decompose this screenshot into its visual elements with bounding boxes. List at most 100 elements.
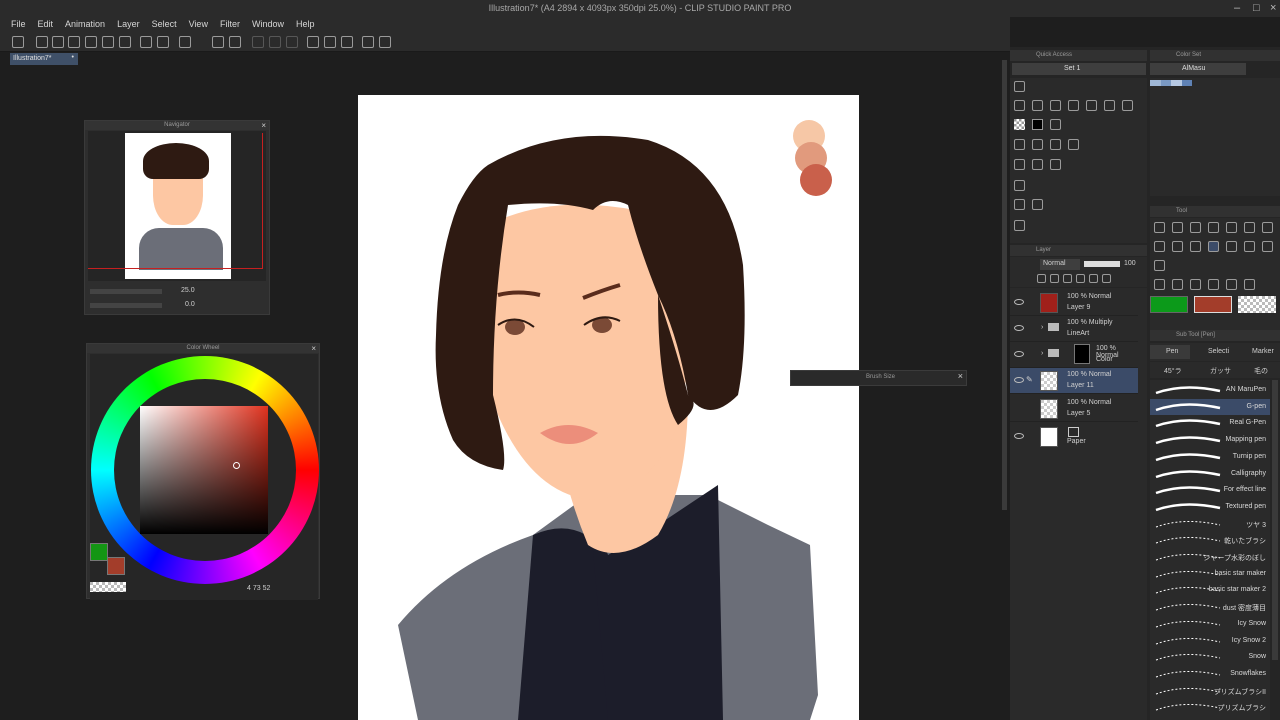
save-icon[interactable]	[68, 36, 80, 48]
hand-tool-icon[interactable]	[1172, 222, 1183, 233]
redo-icon[interactable]	[157, 36, 169, 48]
lock-alpha-icon[interactable]	[1076, 274, 1085, 283]
resize-icon[interactable]	[1014, 139, 1025, 150]
loading-icon[interactable]	[179, 36, 191, 48]
layer-row[interactable]: › 100 % Multiply LineArt	[1010, 316, 1138, 342]
sub-tool-tab-pen[interactable]: Pen	[1150, 345, 1190, 359]
brush-item[interactable]: シャープ水彩のぼし	[1150, 549, 1270, 565]
ruler-icon[interactable]	[307, 36, 319, 48]
undo-icon[interactable]	[1014, 81, 1025, 92]
folder-expand-icon[interactable]: ›	[1041, 324, 1043, 331]
fill-mode-icon[interactable]	[1050, 119, 1061, 130]
quick-access-set-select[interactable]: Set 1	[1012, 63, 1146, 75]
ruler-tool-icon[interactable]	[1208, 279, 1219, 290]
zoom-slider[interactable]	[90, 289, 162, 294]
folder-expand-icon[interactable]: ›	[1041, 350, 1043, 357]
move-tool-icon[interactable]	[1190, 222, 1201, 233]
flip-vertical-icon[interactable]	[1032, 159, 1043, 170]
screen-capture-icon[interactable]	[1014, 180, 1025, 191]
transform-icon[interactable]	[229, 36, 241, 48]
maximize-icon[interactable]: □	[1253, 2, 1260, 14]
clip-icon[interactable]	[1037, 274, 1046, 283]
brush-item[interactable]: Mapping pen	[1150, 432, 1270, 448]
layer-row-selected[interactable]: ✎ 100 % Normal Layer 11	[1010, 368, 1138, 394]
tool-main-color[interactable]	[1150, 296, 1188, 313]
menu-file[interactable]: File	[11, 17, 26, 32]
visibility-eye-icon[interactable]	[1014, 299, 1024, 305]
menu-help[interactable]: Help	[296, 17, 315, 32]
brush-item[interactable]: 乾いたブラシ	[1150, 532, 1270, 548]
visibility-eye-icon[interactable]	[1014, 325, 1024, 331]
brush-item[interactable]: Snow	[1150, 649, 1270, 665]
brush-item[interactable]: ツヤ 3	[1150, 516, 1270, 532]
visibility-eye-icon[interactable]	[1014, 377, 1024, 383]
pencil-tool-icon[interactable]	[1172, 241, 1183, 252]
sub-tool-tab-gas[interactable]: ガッサ	[1210, 366, 1231, 376]
sub-tool-tab-select[interactable]: Selecti	[1194, 345, 1236, 359]
color-set-select[interactable]: AlMasu	[1150, 63, 1246, 75]
menu-window[interactable]: Window	[252, 17, 284, 32]
document-tab[interactable]: Illustration7* •	[10, 53, 78, 65]
menu-tool-icon[interactable]	[1262, 241, 1273, 252]
pen-icon[interactable]	[341, 36, 353, 48]
menu-layer[interactable]: Layer	[117, 17, 140, 32]
export-icon[interactable]	[102, 36, 114, 48]
open-icon[interactable]	[52, 36, 64, 48]
select-all-icon[interactable]	[1014, 100, 1025, 111]
brush-item[interactable]: Icy Snow	[1150, 616, 1270, 632]
cut-icon[interactable]	[1032, 100, 1043, 111]
visibility-eye-icon[interactable]	[1014, 433, 1024, 439]
paste-icon[interactable]	[1068, 100, 1079, 111]
reference-icon[interactable]	[1050, 274, 1059, 283]
flip-horizontal-icon[interactable]	[1014, 159, 1025, 170]
color-set-swatches[interactable]	[1150, 80, 1192, 86]
eyedropper-tool-icon[interactable]	[1244, 222, 1255, 233]
find-icon[interactable]	[1086, 100, 1097, 111]
eyedropper-icon[interactable]	[1122, 100, 1133, 111]
decoration-tool-icon[interactable]	[1154, 241, 1165, 252]
save-as-icon[interactable]	[85, 36, 97, 48]
tab-close-icon[interactable]: •	[72, 54, 74, 61]
color-wheel-close-icon[interactable]: ×	[311, 344, 316, 353]
brush-item[interactable]: Calligraphy	[1150, 466, 1270, 482]
brush-item[interactable]: Icy Snow 2	[1150, 633, 1270, 649]
new-file-icon[interactable]	[36, 36, 48, 48]
menu-animation[interactable]: Animation	[65, 17, 105, 32]
canvas-scrollbar[interactable]	[1002, 60, 1007, 510]
sub-tool-tab-hair[interactable]: 毛の	[1254, 366, 1268, 376]
lasso-icon[interactable]	[1068, 139, 1079, 150]
rotate-icon[interactable]	[1050, 159, 1061, 170]
sub-tool-tab-45[interactable]: 45°ラ	[1164, 366, 1182, 376]
brush-tool-icon[interactable]	[1190, 241, 1201, 252]
menu-select[interactable]: Select	[152, 17, 177, 32]
visibility-eye-icon[interactable]	[1014, 351, 1024, 357]
app-icon[interactable]	[12, 36, 24, 48]
tool-transparent-color[interactable]	[1238, 296, 1276, 313]
invert-selection-icon[interactable]	[269, 36, 281, 48]
main-color-swatch[interactable]	[90, 543, 108, 561]
menu-view[interactable]: View	[189, 17, 208, 32]
operation-tool-icon[interactable]	[1208, 222, 1219, 233]
brush-item[interactable]: Real G-Pen	[1150, 415, 1270, 431]
brush-item[interactable]: G-pen	[1150, 398, 1270, 415]
black-color-icon[interactable]	[1032, 119, 1043, 130]
menu-filter[interactable]: Filter	[220, 17, 240, 32]
layer-row[interactable]: › 100 % Normal Color	[1010, 342, 1138, 368]
search-icon[interactable]	[1014, 220, 1025, 231]
deselect-icon[interactable]	[252, 36, 264, 48]
brush-size-close-icon[interactable]: ×	[958, 371, 963, 381]
mesh-transform-icon[interactable]	[1050, 139, 1061, 150]
zoom-tool-icon[interactable]	[1154, 222, 1165, 233]
brush-item[interactable]: For effect line	[1150, 482, 1270, 498]
fill-tool-icon[interactable]	[1154, 279, 1165, 290]
selection-tool-icon[interactable]	[1226, 222, 1237, 233]
free-transform-icon[interactable]	[1032, 139, 1043, 150]
transparent-color-icon[interactable]	[1014, 119, 1025, 130]
mask-icon[interactable]	[1089, 274, 1098, 283]
lock-icon[interactable]	[1063, 274, 1072, 283]
brush-item[interactable]: Turnip pen	[1150, 449, 1270, 465]
crop-icon[interactable]	[286, 36, 298, 48]
navigator-preview[interactable]	[88, 131, 266, 281]
canvas[interactable]	[358, 95, 859, 720]
brush-item[interactable]: basic star maker	[1150, 566, 1270, 582]
